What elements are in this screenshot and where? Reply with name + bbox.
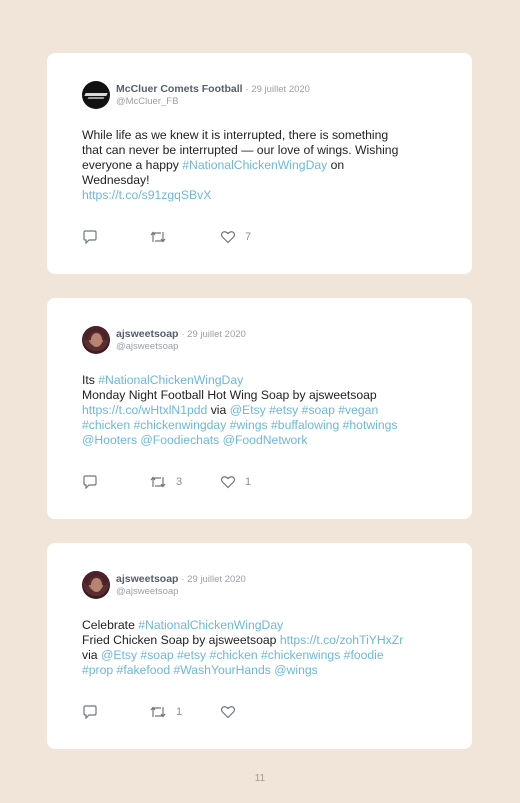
tweet-text-line: Celebrate #NationalChickenWingDay bbox=[82, 618, 442, 633]
reply-button[interactable] bbox=[82, 705, 98, 719]
tweet-text: While life as we knew it is interrupted,… bbox=[82, 128, 442, 203]
avatar[interactable] bbox=[82, 81, 110, 109]
like-button[interactable]: 1 bbox=[220, 475, 251, 489]
like-button[interactable]: 7 bbox=[220, 230, 251, 244]
avatar[interactable] bbox=[82, 326, 110, 354]
tweet-text-line: https://t.co/s91zgqSBvX bbox=[82, 188, 442, 203]
tweet-text-line: Fried Chicken Soap by ajsweetsoap https:… bbox=[82, 633, 442, 648]
reply-button[interactable] bbox=[82, 230, 98, 244]
tweet-text-segment: Wednesday! bbox=[82, 173, 150, 187]
tweet-link[interactable]: #NationalChickenWingDay bbox=[138, 618, 283, 632]
tweet-link[interactable]: #chicken #chickenwingday #wings #buffalo… bbox=[82, 418, 398, 432]
tweet-text-segment: via bbox=[82, 648, 101, 662]
reply-icon bbox=[82, 475, 98, 489]
reply-button[interactable] bbox=[82, 475, 98, 489]
tweet-link[interactable]: #prop #fakefood #WashYourHands @wings bbox=[82, 663, 318, 677]
tweet-text-segment: Fried Chicken Soap by ajsweetsoap bbox=[82, 633, 280, 647]
tweet-link[interactable]: @Etsy #soap #etsy #chicken #chickenwings… bbox=[101, 648, 384, 662]
tweet-link[interactable]: #NationalChickenWingDay bbox=[98, 373, 243, 387]
tweet-text: Celebrate #NationalChickenWingDay Fried C… bbox=[82, 618, 442, 678]
tweet-card: McCluer Comets Football · 29 juillet 202… bbox=[47, 53, 472, 274]
tweet-text-line: Monday Night Football Hot Wing Soap by a… bbox=[82, 388, 442, 403]
like-button[interactable] bbox=[220, 705, 245, 719]
retweet-button[interactable]: 3 bbox=[149, 475, 182, 489]
like-count: 1 bbox=[245, 476, 252, 488]
tweet-text-line: https://t.co/wHtxlN1pdd via @Etsy #etsy … bbox=[82, 403, 442, 418]
tweet-text-line: #chicken #chickenwingday #wings #buffalo… bbox=[82, 418, 442, 433]
like-count: 7 bbox=[245, 231, 252, 243]
tweet-link[interactable]: https://t.co/wHtxlN1pdd bbox=[82, 403, 207, 417]
retweet-button[interactable] bbox=[149, 230, 176, 244]
tweet-card: ajsweetsoap · 29 juillet 2020 @ajsweetso… bbox=[47, 298, 472, 519]
tweet-text-segment: While life as we knew it is interrupted,… bbox=[82, 128, 389, 142]
tweet-date: · 29 juillet 2020 bbox=[181, 329, 246, 340]
retweet-icon bbox=[149, 230, 167, 244]
author-handle[interactable]: @ajsweetsoap bbox=[116, 586, 178, 597]
author-handle[interactable]: @ajsweetsoap bbox=[116, 341, 178, 352]
tweet-link[interactable]: @Hooters @Foodiechats @FoodNetwork bbox=[82, 433, 307, 447]
tweet-link[interactable]: @Etsy #etsy #soap #vegan bbox=[230, 403, 379, 417]
heart-icon bbox=[220, 230, 236, 244]
tweet-text-segment: Monday Night Football Hot Wing Soap by a… bbox=[82, 388, 377, 402]
retweet-count: 1 bbox=[176, 706, 183, 718]
author-handle[interactable]: @McCluer_FB bbox=[116, 96, 178, 107]
author-name[interactable]: McCluer Comets Football · 29 juillet 202… bbox=[116, 83, 310, 95]
tweet-text-segment: on bbox=[327, 158, 345, 172]
retweet-count: 3 bbox=[176, 476, 183, 488]
retweet-button[interactable]: 1 bbox=[149, 705, 182, 719]
tweet-text-line: #prop #fakefood #WashYourHands @wings bbox=[82, 663, 442, 678]
tweet-card: ajsweetsoap · 29 juillet 2020 @ajsweetso… bbox=[47, 543, 472, 749]
tweet-link[interactable]: #NationalChickenWingDay bbox=[182, 158, 327, 172]
tweet-text-segment: that can never be interrupted — our love… bbox=[82, 143, 399, 157]
page-number: 11 bbox=[254, 773, 266, 784]
tweet-text-line: Wednesday! bbox=[82, 173, 442, 188]
tweet-text-segment: everyone a happy bbox=[82, 158, 183, 172]
tweet-date: · 29 juillet 2020 bbox=[245, 84, 310, 95]
retweet-icon bbox=[149, 475, 167, 489]
tweet-date: · 29 juillet 2020 bbox=[181, 574, 246, 585]
tweet-link[interactable]: https://t.co/zohTiYHxZr bbox=[280, 633, 404, 647]
tweet-text-line: everyone a happy #NationalChickenWingDay… bbox=[82, 158, 442, 173]
tweet-text-line: While life as we knew it is interrupted,… bbox=[82, 128, 442, 143]
tweet-text: Its #NationalChickenWingDay Monday Night … bbox=[82, 373, 442, 448]
reply-icon bbox=[82, 705, 98, 719]
heart-icon bbox=[220, 475, 236, 489]
retweet-icon bbox=[149, 705, 167, 719]
avatar[interactable] bbox=[82, 571, 110, 599]
reply-icon bbox=[82, 230, 98, 244]
tweet-text-segment: via bbox=[207, 403, 230, 417]
tweet-actions: 3 1 bbox=[82, 475, 282, 491]
author-name[interactable]: ajsweetsoap · 29 juillet 2020 bbox=[116, 573, 246, 585]
heart-icon bbox=[220, 705, 236, 719]
tweet-text-line: Its #NationalChickenWingDay bbox=[82, 373, 442, 388]
tweet-text-line: @Hooters @Foodiechats @FoodNetwork bbox=[82, 433, 442, 448]
tweet-text-segment: Its bbox=[82, 373, 99, 387]
tweet-link[interactable]: https://t.co/s91zgqSBvX bbox=[82, 188, 211, 202]
author-name[interactable]: ajsweetsoap · 29 juillet 2020 bbox=[116, 328, 246, 340]
tweet-actions: 7 bbox=[82, 230, 282, 246]
tweet-text-line: that can never be interrupted — our love… bbox=[82, 143, 442, 158]
tweet-actions: 1 bbox=[82, 705, 282, 721]
tweet-text-segment: Celebrate bbox=[82, 618, 139, 632]
tweet-text-line: via @Etsy #soap #etsy #chicken #chickenw… bbox=[82, 648, 442, 663]
